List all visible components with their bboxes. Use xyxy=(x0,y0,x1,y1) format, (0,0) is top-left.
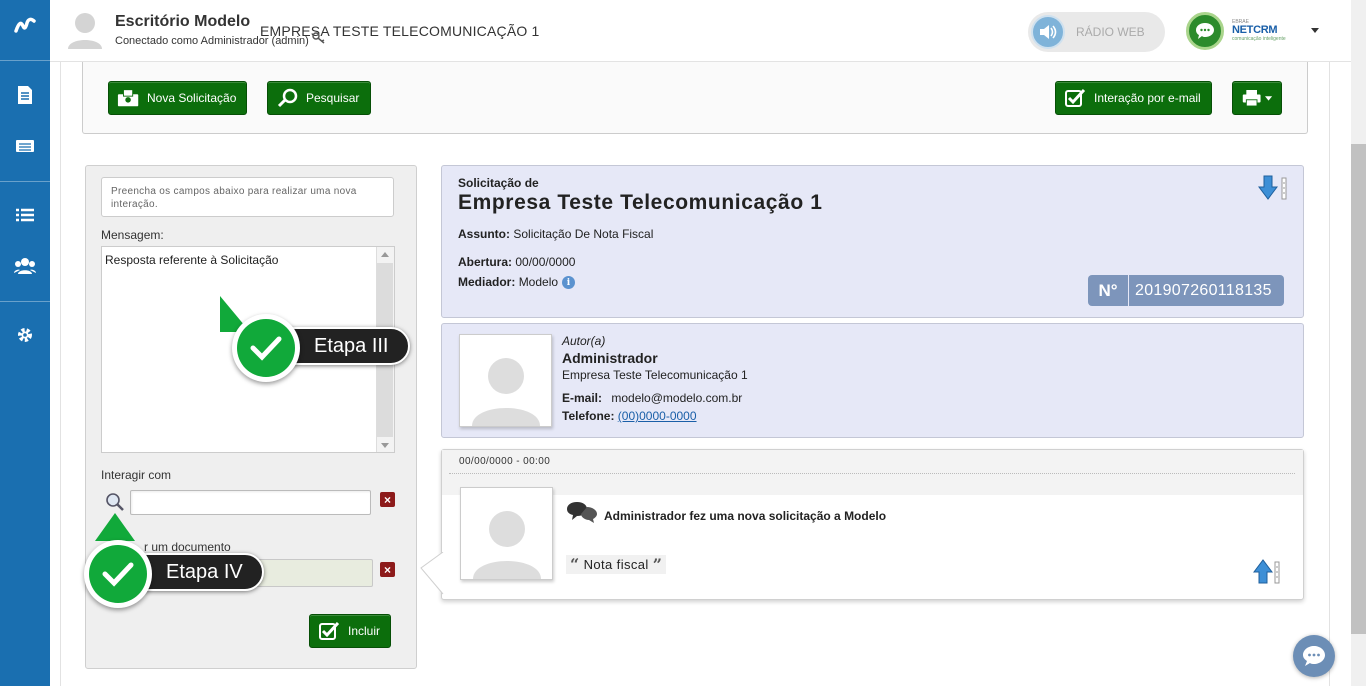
check-icon xyxy=(1064,88,1088,108)
arrow-down-icon[interactable] xyxy=(1258,175,1288,201)
company-title: EMPRESA TESTE TELECOMUNICAÇÃO 1 xyxy=(260,23,540,39)
info-icon[interactable]: i xyxy=(562,276,575,289)
include-label: Incluir xyxy=(348,624,381,638)
magnifier-icon xyxy=(276,88,300,108)
office-name: Escritório Modelo xyxy=(115,13,251,30)
email-row: E-mail: modelo@modelo.com.br xyxy=(562,391,742,405)
arrow-up-icon[interactable] xyxy=(1253,559,1283,585)
chat-bubbles-icon xyxy=(566,501,598,528)
author-label: Autor(a) xyxy=(562,334,606,348)
clear-interact-button[interactable]: × xyxy=(380,492,395,507)
opening-label: Abertura: xyxy=(458,255,513,269)
include-button[interactable]: Incluir xyxy=(309,614,391,648)
email-label: E-mail: xyxy=(562,391,603,405)
search-icon[interactable] xyxy=(104,491,126,513)
timeline-timestamp: 00/00/0000 - 00:00 xyxy=(459,456,551,467)
phone-link[interactable]: (00)0000-0000 xyxy=(618,409,697,423)
close-quote-icon: ” xyxy=(652,555,663,574)
list-card-icon[interactable] xyxy=(0,126,50,166)
mediator-label: Mediador: xyxy=(458,275,516,289)
printer-icon xyxy=(1242,90,1273,107)
sidebar-divider xyxy=(0,181,50,182)
brand-name: NETCRM xyxy=(1232,24,1278,36)
opening-row: Abertura: 00/00/0000 xyxy=(458,255,575,269)
mediator-row: Mediador: Modelo xyxy=(458,275,558,289)
brand-tagline: comunicação inteligente xyxy=(1232,36,1286,42)
radio-web-label: RÁDIO WEB xyxy=(1076,25,1145,39)
form-hint: Preencha os campos abaixo para realizar … xyxy=(101,177,394,217)
stage3-text: Etapa III xyxy=(314,334,389,357)
search-label: Pesquisar xyxy=(306,91,360,105)
timeline-divider xyxy=(449,473,1295,474)
author-company: Empresa Teste Telecomunicação 1 xyxy=(562,368,748,382)
email-interaction-button[interactable]: Interação por e-mail xyxy=(1055,81,1212,115)
logo-icon[interactable] xyxy=(0,6,50,46)
quote-text: Nota fiscal xyxy=(583,557,649,572)
request-company: Empresa Teste Telecomunicação 1 xyxy=(458,191,823,214)
phone-label: Telefone: xyxy=(562,409,615,423)
print-menu-button[interactable] xyxy=(1232,81,1282,115)
interact-label: Interagir com xyxy=(101,468,172,482)
new-request-icon xyxy=(117,88,141,108)
subject-label: Assunto: xyxy=(458,227,510,241)
chevron-down-icon[interactable] xyxy=(1311,28,1319,33)
timeline-event: Administrador fez uma nova solicitação a… xyxy=(604,509,887,523)
chat-fab-icon[interactable] xyxy=(1293,635,1335,677)
open-quote-icon: “ xyxy=(570,555,580,574)
opening-value: 00/00/0000 xyxy=(515,255,576,269)
user-avatar[interactable] xyxy=(66,9,104,49)
sidebar-divider xyxy=(0,301,50,302)
number-label: N° xyxy=(1088,275,1129,306)
scroll-up-icon[interactable] xyxy=(381,252,389,257)
gear-icon[interactable] xyxy=(0,315,50,355)
email-value: modelo@modelo.com.br xyxy=(611,391,743,405)
chat-bubble-icon[interactable] xyxy=(1186,12,1224,50)
message-value[interactable]: Resposta referente à Solicitação xyxy=(105,253,278,267)
content-border xyxy=(1329,62,1330,686)
speaker-icon[interactable] xyxy=(1031,15,1065,49)
stage4-pointer xyxy=(95,513,135,541)
document-label: r um documento xyxy=(144,540,231,554)
email-interaction-label: Interação por e-mail xyxy=(1094,91,1201,105)
sidebar-divider xyxy=(0,60,50,61)
search-button[interactable]: Pesquisar xyxy=(267,81,371,115)
clear-document-button[interactable]: × xyxy=(380,562,395,577)
stage3-check-icon xyxy=(232,314,300,382)
new-request-label: Nova Solicitação xyxy=(147,91,237,105)
phone-row: Telefone: (00)0000-0000 xyxy=(562,409,697,423)
list-icon[interactable] xyxy=(0,195,50,235)
users-icon[interactable] xyxy=(0,246,50,286)
key-icon[interactable] xyxy=(312,32,326,44)
timeline-avatar xyxy=(460,487,553,580)
interact-input[interactable] xyxy=(130,490,371,515)
scroll-down-icon[interactable] xyxy=(381,443,389,448)
subject-value: Solicitação De Nota Fiscal xyxy=(513,227,654,241)
timeline-quote: “ Nota fiscal ” xyxy=(566,555,667,574)
content-border xyxy=(60,62,61,686)
new-request-button[interactable]: Nova Solicitação xyxy=(108,81,247,115)
author-avatar xyxy=(459,334,552,427)
stage4-text: Etapa IV xyxy=(166,560,243,583)
message-label: Mensagem: xyxy=(101,228,164,242)
author-name: Administrador xyxy=(562,350,658,366)
mediator-value: Modelo xyxy=(518,275,559,289)
stage4-check-icon xyxy=(84,540,152,608)
page-scroll-thumb[interactable] xyxy=(1351,144,1366,634)
request-number-badge: N° 201907260118135 xyxy=(1088,275,1284,306)
timeline-pointer xyxy=(420,552,444,595)
document-icon[interactable] xyxy=(0,75,50,115)
subject-row: Assunto: Solicitação De Nota Fiscal xyxy=(458,227,653,241)
check-icon xyxy=(318,621,342,641)
request-label: Solicitação de xyxy=(458,176,539,190)
number-value: 201907260118135 xyxy=(1135,281,1272,299)
